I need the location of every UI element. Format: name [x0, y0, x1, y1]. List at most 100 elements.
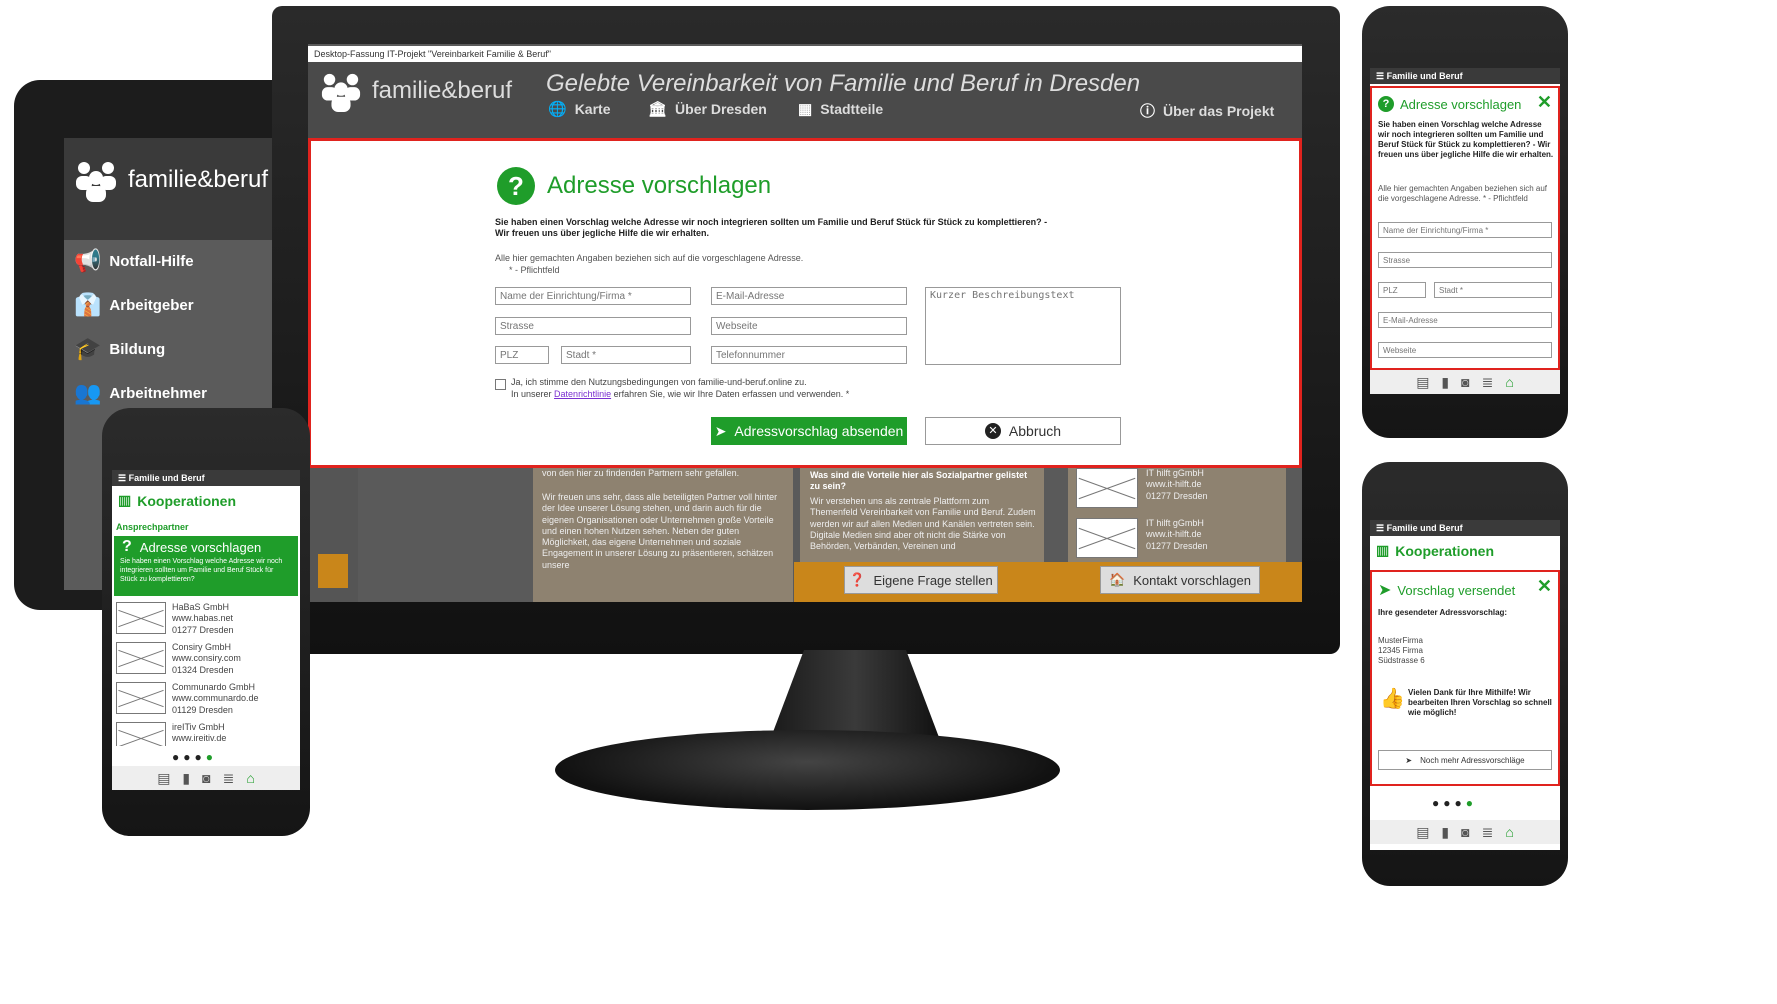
phone-top-screen: ☰ Familie und Beruf ? Adresse vorschlage… [1370, 68, 1560, 394]
list-city: 01324 Dresden [172, 664, 234, 675]
website-field[interactable] [711, 317, 907, 335]
tablet-brand: familie&beruf [72, 158, 268, 202]
grid-icon: ▦ [798, 101, 813, 118]
sent-address: MusterFirma 12345 Firma Südstrasse 6 [1378, 636, 1425, 666]
name-field[interactable] [495, 287, 691, 305]
partner-web: www.it-hilft.de [1146, 479, 1202, 490]
database-icon[interactable]: ≣ [1482, 824, 1494, 841]
menu-karte[interactable]: 🌐 Karte [548, 100, 610, 118]
phone-small-section: ▥ Kooperationen [118, 492, 236, 509]
paper-plane-icon: ➤ [714, 422, 727, 439]
question-icon: ❓ [849, 572, 866, 587]
email-field[interactable] [711, 287, 907, 305]
menu-ueber-dresden[interactable]: 🏛 Über Dresden [648, 100, 767, 118]
partner-info: IT hilft gGmbH www.it-hilft.de 01277 Dresd… [1146, 518, 1208, 552]
street-field[interactable] [1378, 252, 1552, 268]
phone-small-screen: ☰ Familie und Beruf ▥ Kooperationen Anspr… [112, 470, 300, 790]
people-icon: 👥 [74, 380, 102, 405]
email-field[interactable] [1378, 312, 1552, 328]
consent-post: erfahren Sie, wie wir Ihre Daten erfasse… [613, 389, 850, 399]
bookmark-icon[interactable]: ▮ [182, 770, 190, 787]
menu-ueber-projekt[interactable]: ⓘ Über das Projekt [1140, 100, 1274, 121]
family-logo-icon [76, 162, 116, 202]
zip-field[interactable] [495, 346, 549, 364]
zip-field[interactable] [1378, 282, 1426, 298]
list-item[interactable]: ireITiv GmbH www.ireitiv.de [116, 722, 296, 746]
menu-stadtteile[interactable]: ▦ Stadtteile [798, 100, 883, 118]
list-web: www.communardo.de [172, 693, 259, 704]
name-field[interactable] [1378, 222, 1552, 238]
street-field[interactable] [495, 317, 691, 335]
city-field[interactable] [561, 346, 691, 364]
camera-icon[interactable]: ◙ [1461, 374, 1469, 390]
bg-heading: Was sind die Vorteile hier als Sozialpar… [810, 470, 1028, 492]
monitor-stand-base [555, 730, 1060, 810]
eigene-frage-button[interactable]: ❓ Eigene Frage stellen [844, 566, 998, 594]
tablet-nav: 📢 Notfall-Hilfe 👔 Arbeitgeber 🎓 Bildung 👥 Ar… [74, 248, 207, 406]
paper-plane-icon: ➤ [1405, 755, 1413, 765]
id-card-icon[interactable]: ▤ [157, 770, 170, 787]
phone-top-form: ? Adresse vorschlagen ✕ Sie haben einen … [1370, 86, 1560, 370]
button-label: Adressvorschlag absenden [734, 423, 904, 439]
close-icon[interactable]: ✕ [1537, 92, 1552, 113]
list-name: Consiry GmbH [172, 642, 232, 652]
phone-small-subsection: Ansprechpartner [116, 522, 189, 532]
list-item[interactable]: Communardo GmbH www.communardo.de 01129 Dr… [116, 682, 296, 722]
submit-address-button[interactable]: ➤ Adressvorschlag absenden [711, 417, 907, 445]
partner-city: 01277 Dresden [1146, 540, 1208, 551]
bookmark-icon[interactable]: ▮ [1441, 824, 1449, 841]
menu-label: Über das Projekt [1163, 102, 1275, 119]
city-field[interactable] [1434, 282, 1552, 298]
modal-intro: Sie haben einen Vorschlag welche Adresse… [495, 217, 1048, 239]
database-icon[interactable]: ≣ [223, 770, 235, 787]
hamburger-menu-icon[interactable]: ☰ [1376, 523, 1384, 533]
thumbs-up-icon: 👍 [1380, 688, 1405, 710]
consent-checkbox[interactable] [495, 379, 506, 390]
list-image [116, 642, 166, 674]
tablet-nav-arbeitgeber[interactable]: 👔 Arbeitgeber [74, 292, 207, 318]
id-card-icon[interactable]: ▤ [1416, 374, 1429, 391]
question-circle-icon: ? [497, 167, 535, 205]
home-icon[interactable]: ⌂ [246, 770, 254, 786]
info-icon: ⓘ [1140, 103, 1156, 120]
phone-top-note: Alle hier gemachten Angaben beziehen sic… [1378, 184, 1548, 203]
list-item[interactable]: Consiry GmbH www.consiry.com 01324 Dresden [116, 642, 296, 682]
consent-text-2: In unserer Datenrichtlinie erfahren Sie,… [511, 389, 849, 400]
consent-text: Ja, ich stimme den Nutzungsbedingungen v… [511, 377, 807, 387]
camera-icon[interactable]: ◙ [1461, 824, 1469, 840]
more-addresses-button[interactable]: ➤ Noch mehr Adressvorschläge [1378, 750, 1552, 770]
list-city: 01277 Dresden [172, 624, 234, 635]
tablet-nav-arbeitnehmer[interactable]: 👥 Arbeitnehmer [74, 380, 207, 406]
website-field[interactable] [1378, 342, 1552, 358]
hamburger-menu-icon[interactable]: ☰ [1376, 71, 1384, 81]
phone-bottom-topbar: ☰ Familie und Beruf [1370, 520, 1560, 536]
modal-note-required: * - Pflichtfeld [509, 265, 560, 275]
tablet-nav-notfall[interactable]: 📢 Notfall-Hilfe [74, 248, 207, 274]
home-icon[interactable]: ⌂ [1505, 374, 1513, 390]
phone-top-topbar: ☰ Familie und Beruf [1370, 68, 1560, 84]
database-icon[interactable]: ≣ [1482, 374, 1494, 391]
desktop-brand: familie&beruf [318, 70, 512, 112]
bookmark-icon[interactable]: ▮ [1441, 374, 1449, 391]
home-icon[interactable]: ⌂ [1505, 824, 1513, 840]
kontakt-vorschlagen-button[interactable]: 🏠 Kontakt vorschlagen [1100, 566, 1260, 594]
camera-icon[interactable]: ◙ [202, 770, 210, 786]
modal-note: Alle hier gemachten Angaben beziehen sic… [495, 253, 804, 263]
phone-small-banner[interactable]: ? Adresse vorschlagen Sie haben einen Vor… [114, 536, 298, 596]
close-icon[interactable]: ✕ [1537, 576, 1552, 597]
phone-field[interactable] [711, 346, 907, 364]
cancel-button[interactable]: ✕ Abbruch [925, 417, 1121, 445]
phone-small-topbar: ☰ Familie und Beruf [112, 470, 300, 486]
consent-pre: In unserer [511, 389, 552, 399]
menu-label: Karte [574, 101, 611, 117]
modal-title-row: ? Adresse vorschlagen [497, 167, 771, 205]
id-card-icon[interactable]: ▤ [1416, 824, 1429, 841]
description-field[interactable] [925, 287, 1121, 365]
hamburger-menu-icon[interactable]: ☰ [118, 473, 126, 483]
tablet-nav-bildung[interactable]: 🎓 Bildung [74, 336, 207, 362]
list-item[interactable]: HaBaS GmbH www.habas.net 01277 Dresden [116, 602, 296, 642]
globe-icon: 🌐 [548, 101, 567, 118]
privacy-link[interactable]: Datenrichtlinie [554, 389, 611, 399]
phone-bottom-screen: ☰ Familie und Beruf ▥ Kooperationen ➤ Vor… [1370, 520, 1560, 850]
sidebar-orange-item[interactable] [318, 554, 348, 588]
